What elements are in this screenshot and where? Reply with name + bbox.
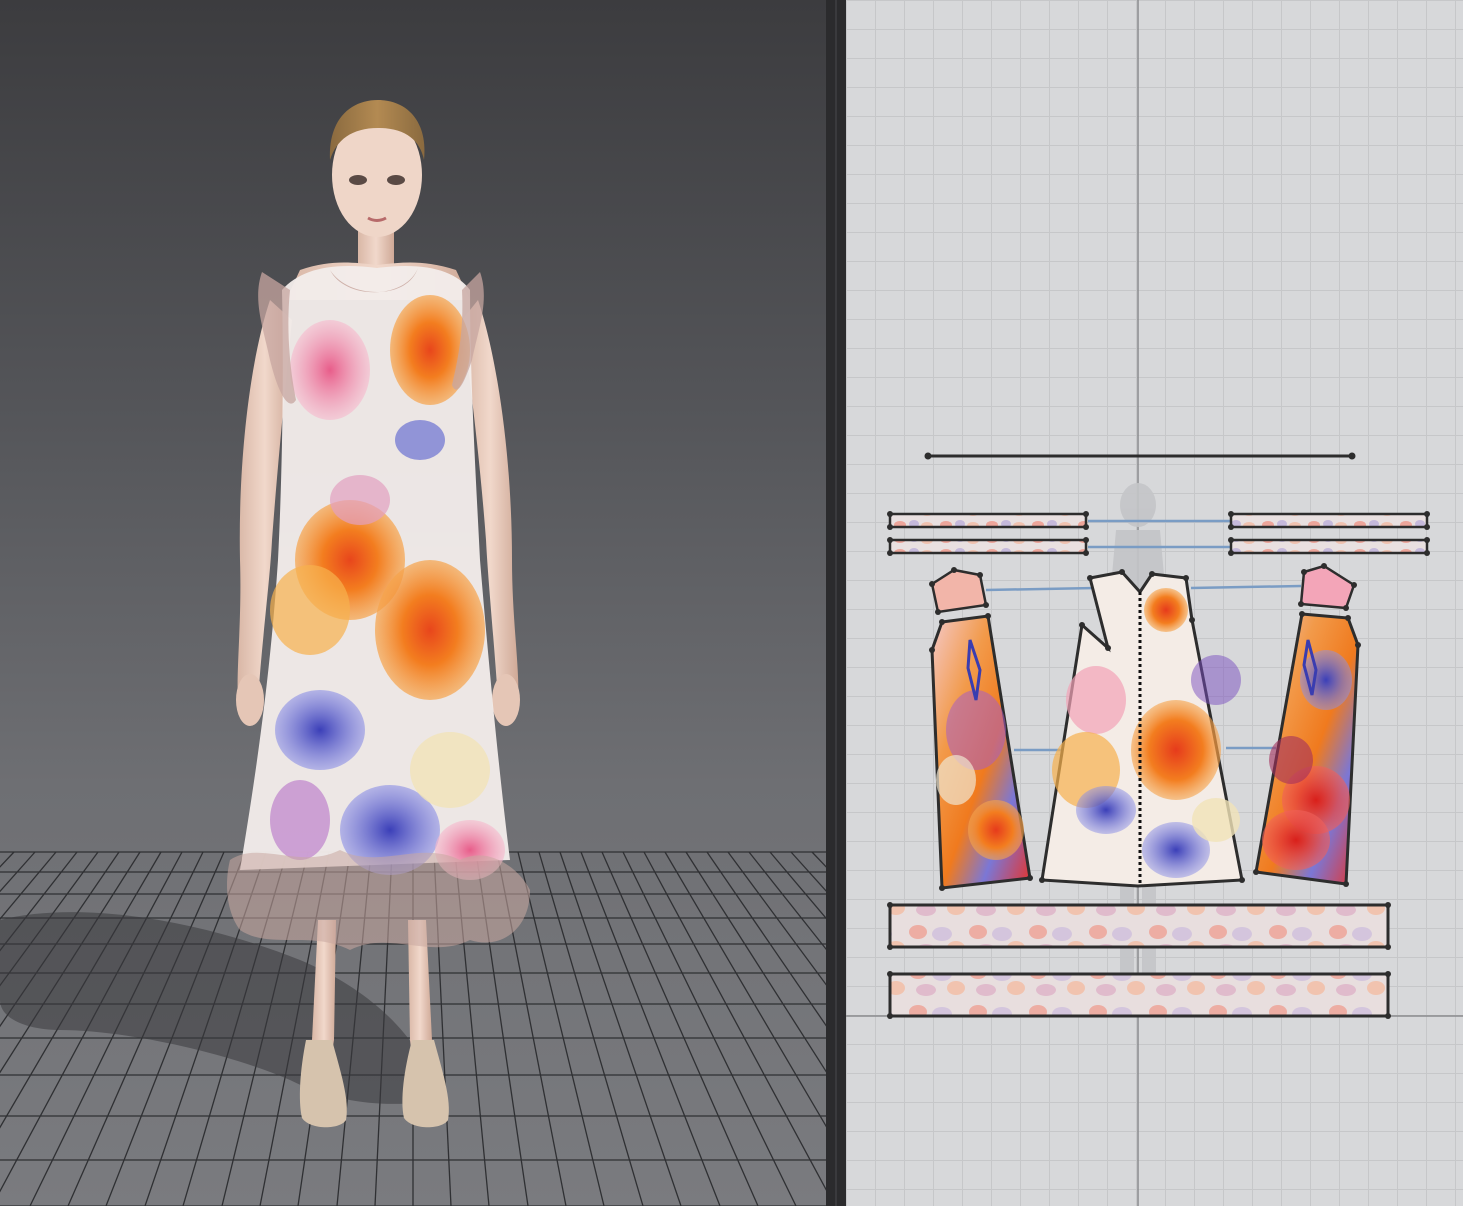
armhole-binding-left-2-piece[interactable] bbox=[887, 537, 1089, 556]
3d-scene[interactable] bbox=[0, 0, 826, 1206]
armhole-binding-left-1-piece[interactable] bbox=[887, 511, 1089, 530]
3d-viewport[interactable] bbox=[0, 0, 826, 1206]
yoke-right-piece[interactable] bbox=[1298, 563, 1357, 611]
panel-splitter[interactable] bbox=[826, 0, 846, 1206]
right-shoe bbox=[402, 1040, 449, 1128]
splitter-grip[interactable] bbox=[835, 0, 837, 1206]
armhole-binding-right-2-piece[interactable] bbox=[1228, 537, 1430, 556]
armhole-binding-right-1-piece[interactable] bbox=[1228, 511, 1430, 530]
front-panel-center-piece[interactable] bbox=[1039, 569, 1245, 888]
hem-ruffle-1-piece[interactable] bbox=[887, 902, 1391, 950]
yoke-left-piece[interactable] bbox=[929, 567, 989, 615]
pattern-canvas[interactable] bbox=[846, 0, 1463, 1206]
2d-pattern-viewport[interactable] bbox=[846, 0, 1463, 1206]
hem-ruffle bbox=[227, 850, 530, 950]
hem-ruffle-2-piece[interactable] bbox=[887, 971, 1391, 1019]
side-panel-left-piece[interactable] bbox=[929, 613, 1033, 891]
neck-binding-piece[interactable] bbox=[924, 452, 1356, 460]
